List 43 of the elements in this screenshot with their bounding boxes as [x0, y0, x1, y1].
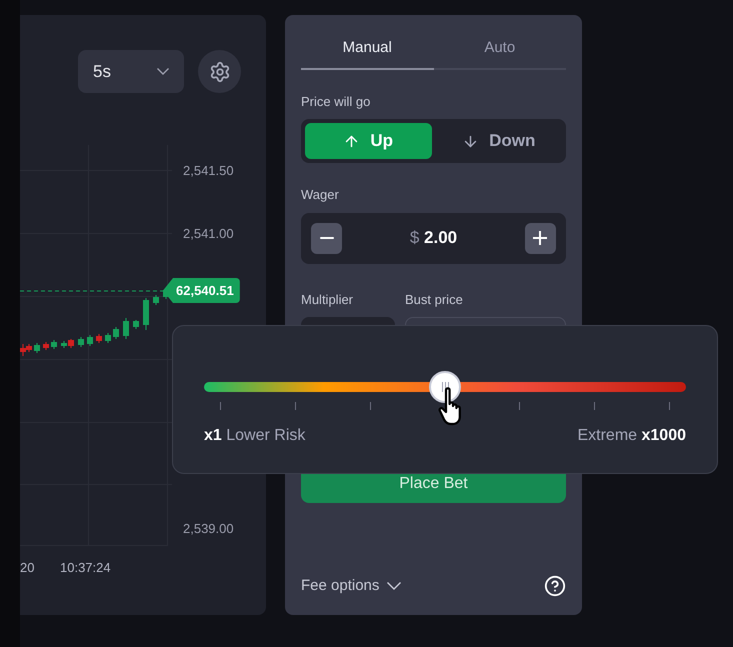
- help-icon[interactable]: [544, 574, 566, 597]
- mode-tab[interactable]: Auto: [434, 37, 566, 70]
- min-risk-label: x1 Lower Risk: [204, 426, 306, 446]
- candle: [87, 334, 93, 346]
- price-axis-label: 2,539.00: [183, 520, 234, 538]
- candle: [143, 298, 149, 330]
- risk-slider-track[interactable]: [204, 371, 686, 403]
- wager-amount: $ 2.00: [410, 227, 458, 250]
- settings-button[interactable]: [198, 50, 241, 93]
- candle: [153, 294, 159, 306]
- current-price-tag: 62,540.51: [163, 278, 240, 303]
- mode-tab[interactable]: Manual: [301, 37, 434, 70]
- price-axis-label: 2,541.00: [183, 225, 234, 243]
- candle: [43, 342, 49, 350]
- candle: [51, 340, 57, 350]
- wager-label: Wager: [301, 186, 340, 204]
- plus-icon: [533, 231, 548, 245]
- hand-cursor-icon: [438, 386, 461, 426]
- price-axis-label: 2,541.50: [183, 162, 234, 180]
- direction-label: Price will go: [301, 92, 372, 111]
- candle: [123, 318, 129, 340]
- settings-icon: [208, 60, 230, 82]
- candle: [34, 342, 40, 354]
- wager-field[interactable]: $ 2.00: [301, 212, 566, 264]
- candle: [113, 326, 119, 340]
- minus-icon: [320, 237, 334, 239]
- decrease-button[interactable]: [311, 222, 342, 254]
- interval-dropdown[interactable]: 5s: [78, 50, 184, 93]
- bust-price-label: Bust price: [405, 290, 464, 309]
- increase-button[interactable]: [524, 222, 556, 254]
- candle: [78, 336, 84, 348]
- max-risk-label: Extreme x1000: [577, 426, 686, 446]
- fee-options-toggle[interactable]: Fee options: [301, 574, 402, 597]
- chevron-down-icon: [157, 68, 169, 75]
- slider-thumb[interactable]: [429, 371, 461, 403]
- time-axis-label: 20: [20, 559, 36, 577]
- multiplier-label: Multiplier: [301, 290, 354, 309]
- candle: [96, 334, 102, 344]
- direction-button[interactable]: Down: [436, 123, 562, 159]
- time-axis-label: 10:37:24: [60, 559, 111, 577]
- chevron-down-icon: [387, 582, 402, 590]
- candle: [133, 320, 139, 330]
- candle: [105, 332, 111, 344]
